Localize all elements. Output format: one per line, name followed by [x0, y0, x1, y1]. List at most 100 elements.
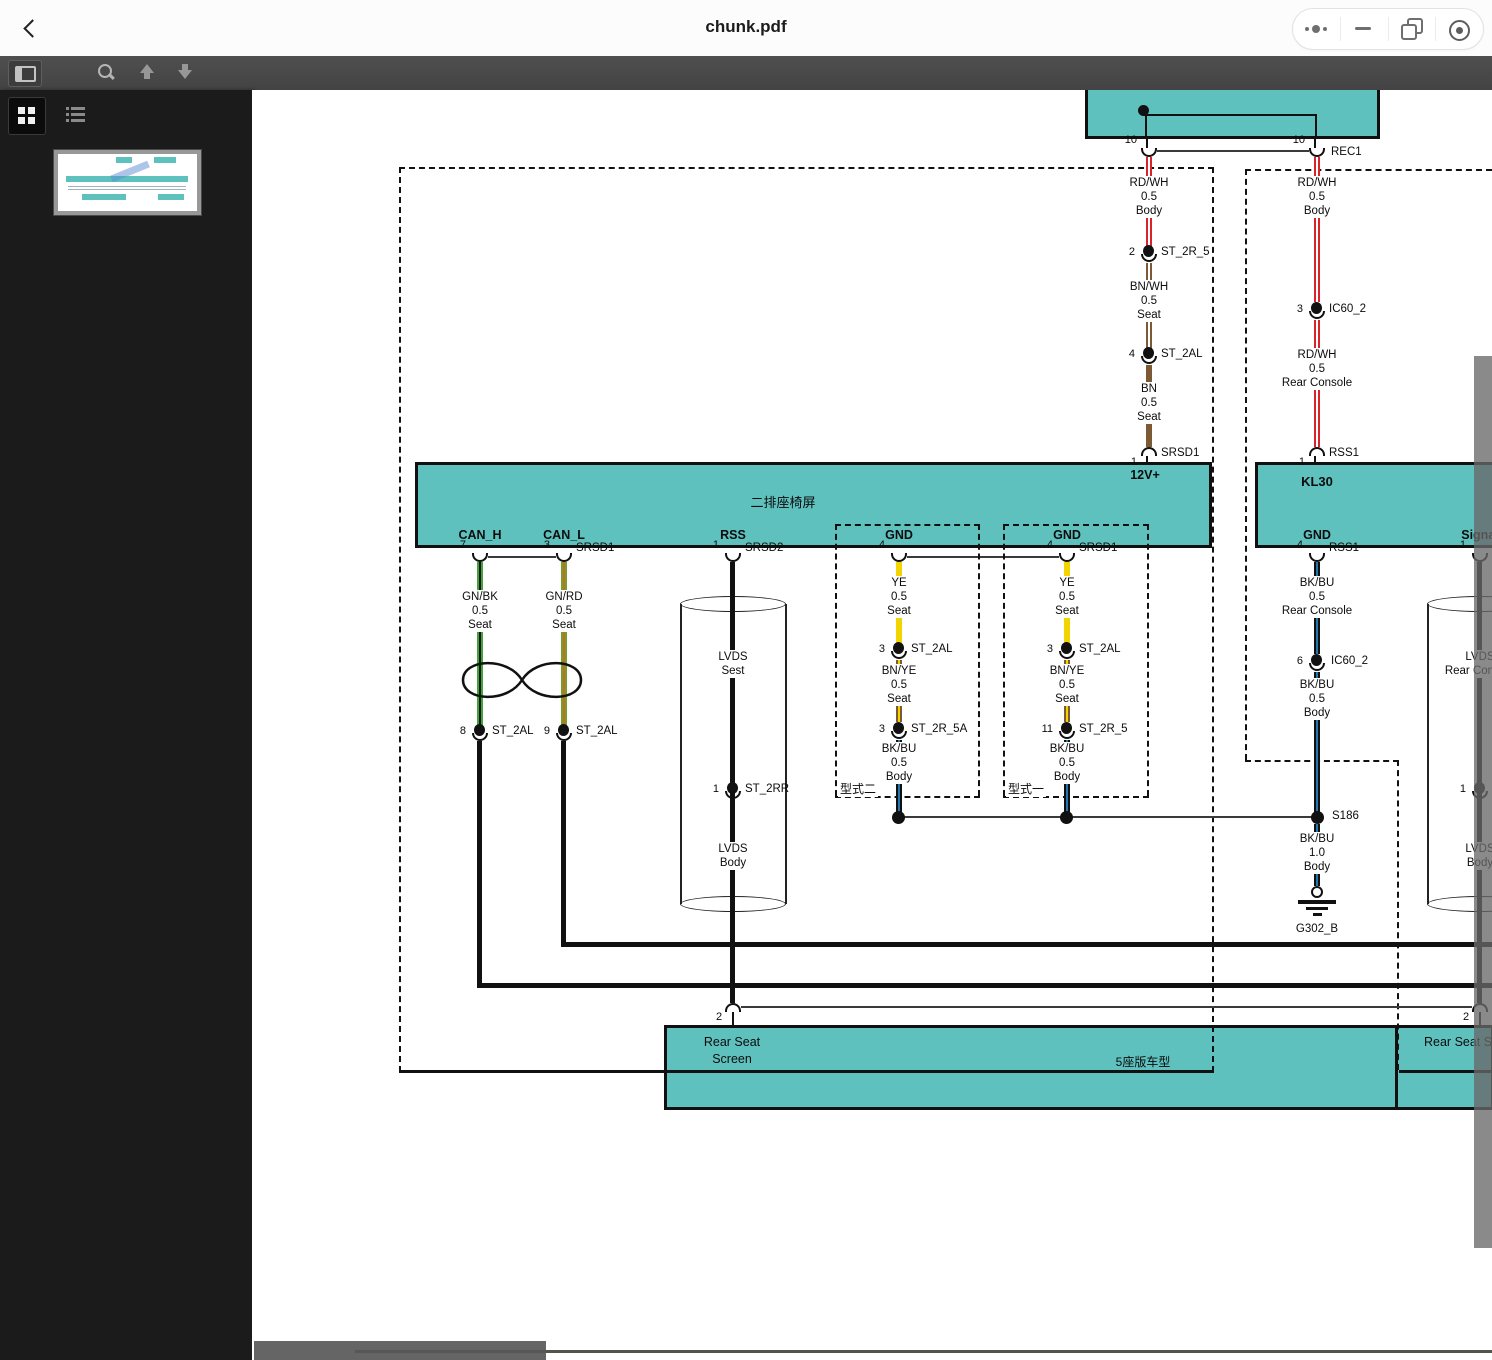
- outline-view-button[interactable]: [58, 97, 94, 133]
- connector-pin: 2: [1115, 246, 1135, 258]
- dashed-boundary2-left: [1245, 169, 1247, 760]
- connector-name: ST_2AL: [1079, 643, 1121, 655]
- wire-label: BK/BU 0.5 Body: [1262, 678, 1372, 720]
- bus-line-upper: [561, 942, 1492, 947]
- connector-name: ST_2AL: [911, 643, 953, 655]
- record-button[interactable]: [1436, 9, 1483, 49]
- shield-cylinder-side: [680, 604, 682, 904]
- connector-name: ST_2R_5: [1079, 723, 1128, 735]
- pin-arc: [1059, 553, 1075, 562]
- wire-stub: [1146, 456, 1148, 462]
- connector-pin: 1: [1446, 783, 1466, 795]
- thumbnail-art: [68, 186, 186, 187]
- dashed-boundary2-mid: [1397, 760, 1399, 1070]
- variant-box-left: [1003, 524, 1005, 796]
- horizontal-scrollbar-thumb[interactable]: [254, 1341, 546, 1360]
- wire-label: RD/WH 0.5 Rear Console: [1256, 348, 1378, 390]
- pin-number: 1: [1287, 456, 1305, 468]
- port-12v: 12V+: [1115, 468, 1175, 482]
- pin-number: 4: [865, 539, 885, 551]
- connector-pin: 9: [530, 725, 550, 737]
- connector-pin: 11: [1029, 723, 1053, 735]
- minimize-button[interactable]: [1341, 9, 1388, 49]
- pin-number: 4: [1033, 539, 1053, 551]
- splice-label: S186: [1332, 810, 1359, 822]
- wire-black: [561, 741, 566, 947]
- internal-wire: [1145, 114, 1147, 139]
- arrow-up-stem: [144, 73, 150, 79]
- more-options-button[interactable]: [1293, 9, 1340, 49]
- ecu-label: 二排座椅屏: [683, 494, 883, 511]
- pin-arc: [891, 553, 907, 562]
- pin-arc: [556, 553, 572, 562]
- wire-label: BK/BU 1.0 Body: [1262, 832, 1372, 874]
- connector-pin: 3: [1033, 643, 1053, 655]
- wire-label: BN/YE 0.5 Seat: [1012, 664, 1122, 706]
- wire-label: BK/BU 0.5 Rear Console: [1256, 576, 1378, 618]
- shield-cylinder-side: [1427, 604, 1429, 904]
- wire-label: BN/YE 0.5 Seat: [844, 664, 954, 706]
- pin-number: 3: [530, 539, 550, 551]
- connector-name: SRSD1: [1079, 542, 1117, 554]
- pin-arc: [1141, 447, 1157, 456]
- splice-link-line: [899, 816, 1319, 818]
- connector-name: IC60_2: [1331, 655, 1368, 667]
- dashed-boundary2-top: [1245, 169, 1492, 171]
- pin-number: 1: [1446, 539, 1466, 551]
- pin-arc: [1309, 148, 1325, 157]
- vertical-scrollbar-thumb[interactable]: [1474, 356, 1492, 1248]
- previous-page-button[interactable]: [140, 64, 154, 73]
- connector-arc: [1309, 311, 1325, 319]
- page-thumbnail[interactable]: [54, 150, 201, 215]
- pin-number: 2: [1458, 1011, 1474, 1023]
- pin-link-line: [907, 556, 1059, 558]
- arrow-down-stem: [182, 64, 188, 70]
- pdf-page: 10 10 REC1 RD/WH 0.5 Body 2 ST_2R_5 BN/W…: [252, 90, 1492, 1360]
- pin-link-line: [1157, 150, 1309, 152]
- connector-name: REC1: [1331, 146, 1362, 158]
- pdf-toolbar: / 1 − + 150% »: [0, 56, 1492, 91]
- pin-number: 2: [711, 1011, 727, 1023]
- wire-label: BN/WH 0.5 Seat: [1094, 280, 1204, 322]
- connector-name: SRSD1: [576, 542, 614, 554]
- splice-dot: [1311, 811, 1324, 824]
- ground-icon: [1311, 886, 1323, 898]
- thumbnails-view-button[interactable]: [8, 97, 46, 135]
- more-dots-icon: [1312, 25, 1320, 33]
- connector-pin: 4: [1115, 348, 1135, 360]
- connector-pin: 8: [446, 725, 466, 737]
- variant-box-right: [1147, 524, 1149, 796]
- wire-stub: [1314, 456, 1316, 462]
- next-page-button[interactable]: [178, 64, 192, 79]
- document-title: chunk.pdf: [0, 17, 1492, 37]
- ground-icon: [1298, 900, 1336, 904]
- wire-black: [477, 741, 482, 988]
- sidebar-toggle-button[interactable]: [8, 60, 42, 87]
- ground-label: G302_B: [1272, 922, 1362, 936]
- search-button[interactable]: [94, 62, 118, 84]
- connector-arc: [1309, 663, 1325, 671]
- junction-dot: [892, 811, 905, 824]
- grid-icon: [18, 107, 25, 114]
- dashed-boundary-right: [1212, 167, 1214, 1072]
- sidebar-icon-fill: [17, 68, 22, 80]
- variant-box-top: [1003, 524, 1149, 526]
- list-icon: [71, 119, 85, 122]
- arrow-down-icon: [178, 70, 192, 79]
- connector-arc: [891, 651, 907, 659]
- connector-arc: [472, 733, 488, 741]
- connector-arc: [725, 791, 741, 799]
- connector-name: ST_2RR: [745, 783, 789, 795]
- connector-arc: [1059, 731, 1075, 739]
- box-divider: [1395, 1025, 1398, 1110]
- connector-name: IC60_2: [1329, 303, 1366, 315]
- multitask-button[interactable]: [1389, 9, 1436, 49]
- shield-label: LVDS Sest: [683, 650, 783, 678]
- pin-arc: [472, 553, 488, 562]
- thumbnail-art: [82, 194, 126, 200]
- connector-name: RSS1: [1329, 542, 1359, 554]
- dashed-boundary-left: [399, 167, 401, 1072]
- shield-label: LVDS Body: [683, 842, 783, 870]
- pin-link-line: [488, 556, 556, 558]
- dashed-boundary2-step: [1245, 760, 1399, 762]
